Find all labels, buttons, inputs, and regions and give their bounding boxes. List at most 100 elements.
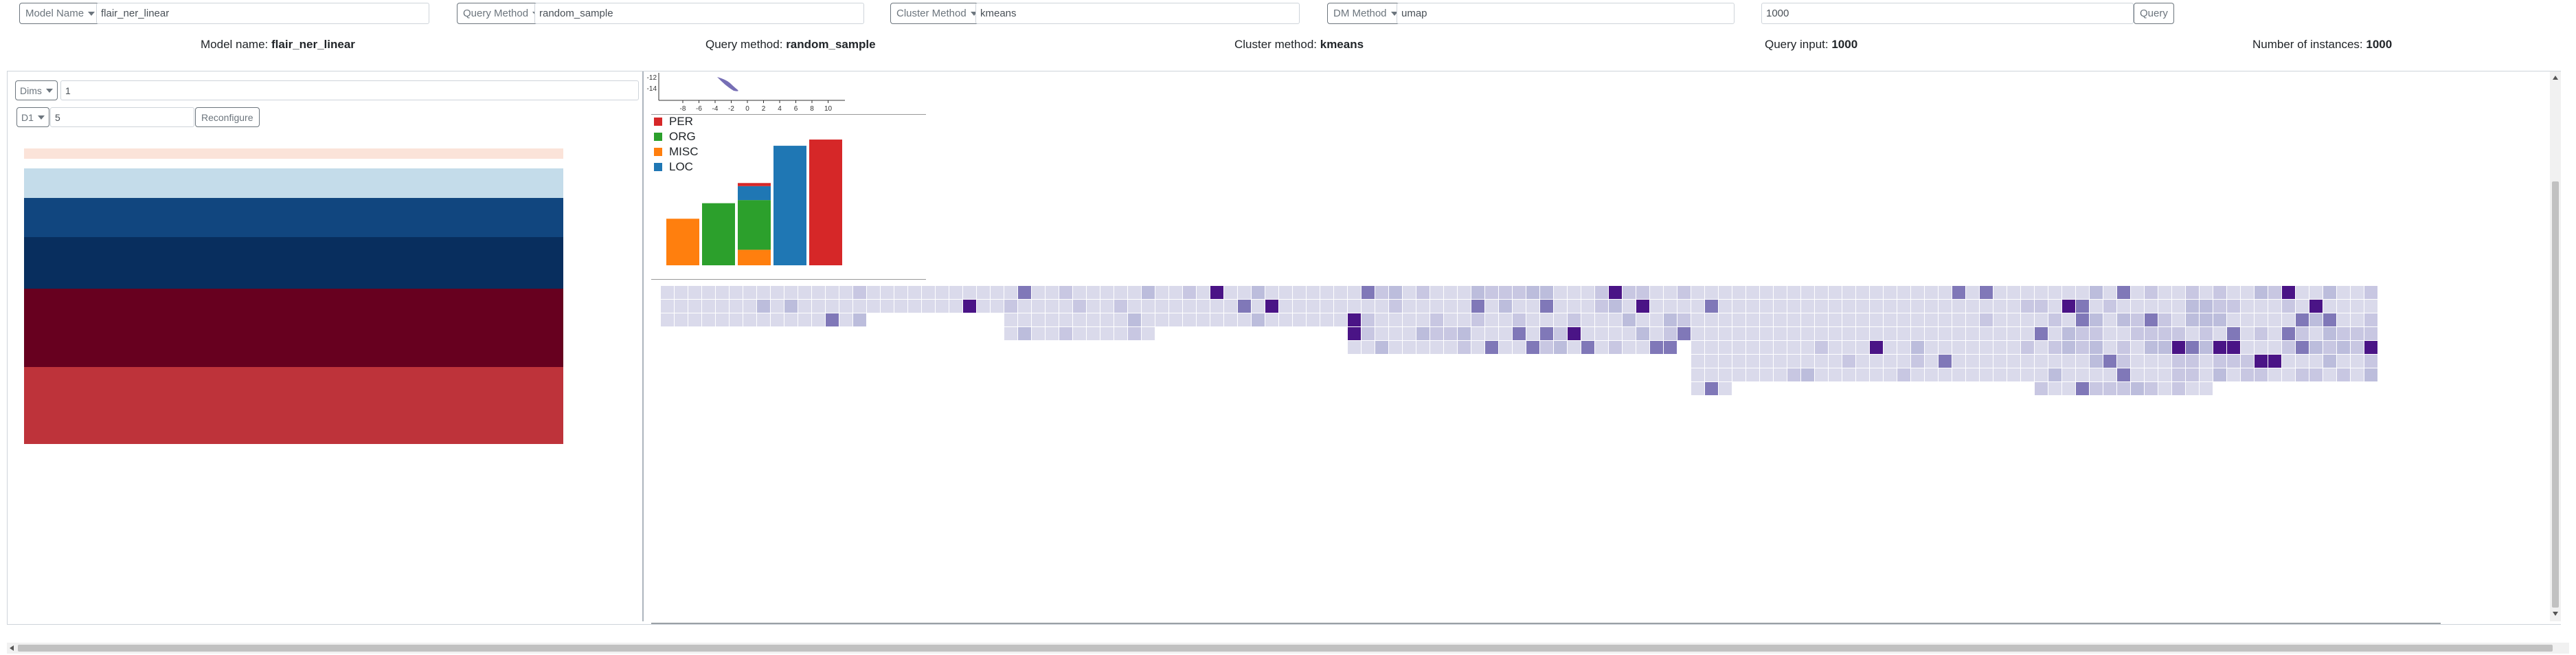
heatmap-cell[interactable] [1334,313,1347,326]
heatmap-cell[interactable] [1664,313,1677,326]
heatmap-cell[interactable] [2309,327,2323,340]
heatmap-cell[interactable] [1746,355,1759,368]
heatmap-cell[interactable] [867,300,880,313]
heatmap-cell[interactable] [1677,327,1691,340]
heatmap-cell[interactable] [977,300,990,313]
heatmap-cell[interactable] [2076,355,2089,368]
heatmap-cell[interactable] [977,286,990,299]
heatmap-cell[interactable] [1609,313,1622,326]
heatmap-cell[interactable] [1870,286,1883,299]
heatmap-cell[interactable] [826,286,839,299]
heatmap-cell[interactable] [1265,300,1278,313]
heatmap-cell[interactable] [2337,327,2350,340]
heatmap-cell[interactable] [853,300,866,313]
heatmap-cell[interactable] [2158,382,2171,395]
heatmap-cell[interactable] [1458,327,1471,340]
heatmap-cell[interactable] [2145,368,2158,381]
heatmap-cell[interactable] [1911,368,1924,381]
heatmap-cell[interactable] [2364,327,2377,340]
heatmap-cell[interactable] [2062,341,2075,354]
heatmap-cell[interactable] [1471,300,1484,313]
heatmap-cell[interactable] [1966,341,1979,354]
heatmap-cell[interactable] [2351,368,2364,381]
heatmap-cell[interactable] [702,313,715,326]
heatmap-cell[interactable] [1540,341,1553,354]
heatmap-cell[interactable] [1801,286,1814,299]
dm-method-input[interactable]: umap [1397,3,1735,24]
dm-method-dropdown[interactable]: DM Method [1327,3,1404,24]
heatmap-cell[interactable] [881,286,894,299]
heatmap-cell[interactable] [1829,313,1842,326]
heatmap-cell[interactable] [1911,286,1924,299]
heatmap-cell[interactable] [1169,286,1182,299]
heatmap-cell[interactable] [1787,327,1800,340]
heatmap-cell[interactable] [757,313,770,326]
heatmap-cell[interactable] [784,313,798,326]
heatmap-cell[interactable] [1458,313,1471,326]
heatmap-cell[interactable] [1774,355,1787,368]
heatmap-cell[interactable] [2351,313,2364,326]
heatmap-cell[interactable] [2255,327,2268,340]
heatmap-cell[interactable] [853,313,866,326]
heatmap-cell[interactable] [1829,341,1842,354]
heatmap-cell[interactable] [2048,368,2061,381]
heatmap-cell[interactable] [2090,341,2103,354]
heatmap-cell[interactable] [2090,313,2103,326]
heatmap-cell[interactable] [1939,313,1952,326]
heatmap-cell[interactable] [688,286,701,299]
heatmap-cell[interactable] [1801,341,1814,354]
heatmap-cell[interactable] [1444,313,1457,326]
heatmap-cell[interactable] [798,286,811,299]
heatmap-cell[interactable] [1032,286,1045,299]
heatmap-cell[interactable] [2090,286,2103,299]
heatmap-cell[interactable] [675,313,688,326]
heatmap-cell[interactable] [1403,341,1416,354]
heatmap-cell[interactable] [1073,313,1086,326]
heatmap-cell[interactable] [2323,355,2336,368]
heatmap-cell[interactable] [1939,300,1952,313]
heatmap-cell[interactable] [949,286,962,299]
heatmap-cell[interactable] [1471,286,1484,299]
heatmap-cell[interactable] [2186,300,2199,313]
heatmap-cell[interactable] [2158,355,2171,368]
heatmap-cell[interactable] [2200,382,2213,395]
heatmap-cell[interactable] [1774,368,1787,381]
heatmap-cell[interactable] [661,300,674,313]
heatmap-cell[interactable] [2048,341,2061,354]
heatmap-cell[interactable] [853,286,866,299]
heatmap-cell[interactable] [1087,300,1100,313]
heatmap-cell[interactable] [1664,300,1677,313]
heatmap-cell[interactable] [1760,313,1773,326]
heatmap-cell[interactable] [2282,341,2295,354]
heatmap-cell[interactable] [2268,327,2281,340]
heatmap-cell[interactable] [1842,286,1855,299]
heatmap-cell[interactable] [1485,313,1498,326]
heatmap-cell[interactable] [1375,327,1388,340]
heatmap-cell[interactable] [894,300,907,313]
heatmap-cell[interactable] [2048,382,2061,395]
heatmap-cell[interactable] [1114,313,1127,326]
heatmap-cell[interactable] [2268,355,2281,368]
heatmap-cell[interactable] [1004,286,1017,299]
heatmap-cell[interactable] [922,300,935,313]
heatmap-cell[interactable] [2117,355,2130,368]
heatmap-cell[interactable] [1691,368,1704,381]
heatmap-cell[interactable] [1829,286,1842,299]
heatmap-cell[interactable] [1032,300,1045,313]
heatmap-cell[interactable] [1774,341,1787,354]
heatmap-cell[interactable] [1925,368,1938,381]
heatmap-cell[interactable] [1884,355,1897,368]
heatmap-cell[interactable] [867,286,880,299]
heatmap-cell[interactable] [2337,300,2350,313]
heatmap-cell[interactable] [1279,286,1292,299]
heatmap-cell[interactable] [1293,300,1306,313]
heatmap-cell[interactable] [1293,313,1306,326]
heatmap-cell[interactable] [1183,286,1196,299]
heatmap-cell[interactable] [2213,313,2226,326]
heatmap-cell[interactable] [1114,286,1127,299]
heatmap-cell[interactable] [1568,341,1581,354]
heatmap-cell[interactable] [2021,368,2034,381]
heatmap-cell[interactable] [1499,313,1512,326]
heatmap-cell[interactable] [2364,368,2377,381]
heatmap-cell[interactable] [2131,368,2144,381]
